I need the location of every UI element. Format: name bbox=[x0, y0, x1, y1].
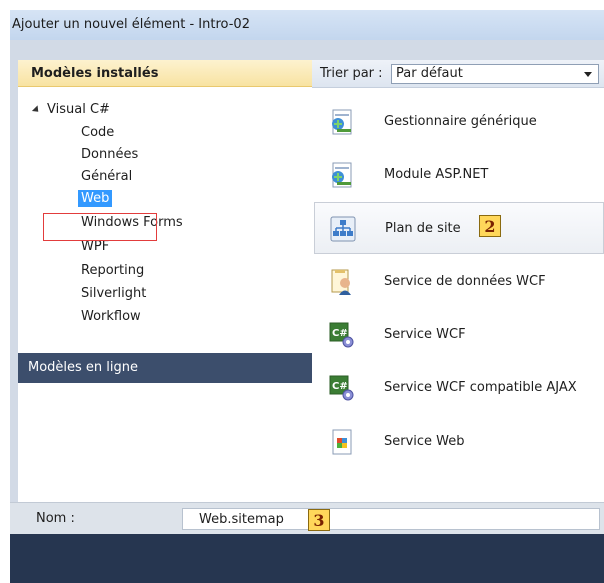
category-reporting[interactable]: Reporting bbox=[81, 260, 144, 282]
dialog-content: Modèles installés Visual C# Code Données… bbox=[10, 40, 604, 502]
template-aspnet-module[interactable]: Module ASP.NET bbox=[314, 149, 604, 201]
ajax-wcf-service-icon: C# bbox=[329, 375, 354, 401]
name-label: Nom : bbox=[36, 511, 75, 526]
installed-templates-header[interactable]: Modèles installés bbox=[18, 60, 312, 87]
step-2-badge: 2 bbox=[479, 215, 501, 237]
window-title: Ajouter un nouvel élément - Intro-02 bbox=[10, 10, 604, 40]
template-wcf-data-service[interactable]: Service de données WCF bbox=[314, 256, 604, 308]
sort-value: Par défaut bbox=[396, 66, 463, 81]
template-label: Module ASP.NET bbox=[384, 167, 489, 182]
sort-label: Trier par : bbox=[320, 66, 383, 81]
step-3-badge: 3 bbox=[308, 509, 330, 531]
sort-bar: Trier par : Par défaut bbox=[312, 60, 604, 88]
template-label: Service Web bbox=[384, 434, 465, 449]
template-ajax-wcf-service[interactable]: C# Service WCF compatible AJAX bbox=[314, 362, 604, 414]
generic-handler-icon bbox=[332, 109, 352, 135]
template-label: Gestionnaire générique bbox=[384, 114, 537, 129]
category-workflow[interactable]: Workflow bbox=[81, 306, 141, 328]
sort-dropdown[interactable]: Par défaut bbox=[391, 64, 599, 84]
highlight-box-web bbox=[43, 213, 157, 241]
expand-triangle-icon[interactable] bbox=[31, 104, 42, 115]
add-new-item-dialog: Ajouter un nouvel élément - Intro-02 Mod… bbox=[10, 10, 604, 583]
dialog-footer bbox=[10, 534, 604, 583]
template-sitemap[interactable]: Plan de site 2 bbox=[314, 202, 604, 254]
template-label: Service WCF compatible AJAX bbox=[384, 380, 577, 395]
name-bar: Nom : 3 bbox=[10, 502, 604, 534]
wcf-data-service-icon bbox=[331, 269, 351, 295]
template-label: Service WCF bbox=[384, 327, 466, 342]
template-label: Service de données WCF bbox=[384, 274, 546, 289]
tree-root-visual-csharp[interactable]: Visual C# bbox=[31, 100, 110, 120]
category-silverlight[interactable]: Silverlight bbox=[81, 283, 146, 305]
wcf-service-icon: C# bbox=[329, 322, 354, 348]
template-wcf-service[interactable]: C# Service WCF bbox=[314, 309, 604, 361]
template-generic-handler[interactable]: Gestionnaire générique bbox=[314, 96, 604, 148]
name-input[interactable] bbox=[182, 508, 600, 530]
template-web-service[interactable]: Service Web bbox=[314, 416, 604, 468]
web-service-icon bbox=[332, 429, 352, 455]
aspnet-module-icon bbox=[332, 162, 352, 188]
category-general[interactable]: Général bbox=[81, 166, 132, 188]
dropdown-arrow-icon bbox=[584, 72, 592, 77]
template-label: Plan de site bbox=[385, 221, 461, 236]
online-templates-header[interactable]: Modèles en ligne bbox=[18, 353, 312, 383]
category-donnees[interactable]: Données bbox=[81, 144, 138, 166]
category-code[interactable]: Code bbox=[81, 122, 114, 144]
tree-root-label: Visual C# bbox=[47, 102, 110, 117]
templates-list-panel: Trier par : Par défaut Gestionnaire géné… bbox=[312, 60, 604, 502]
category-web[interactable]: Web bbox=[78, 188, 113, 210]
sitemap-icon bbox=[330, 216, 356, 242]
installed-templates-panel: Modèles installés Visual C# Code Données… bbox=[18, 60, 312, 502]
